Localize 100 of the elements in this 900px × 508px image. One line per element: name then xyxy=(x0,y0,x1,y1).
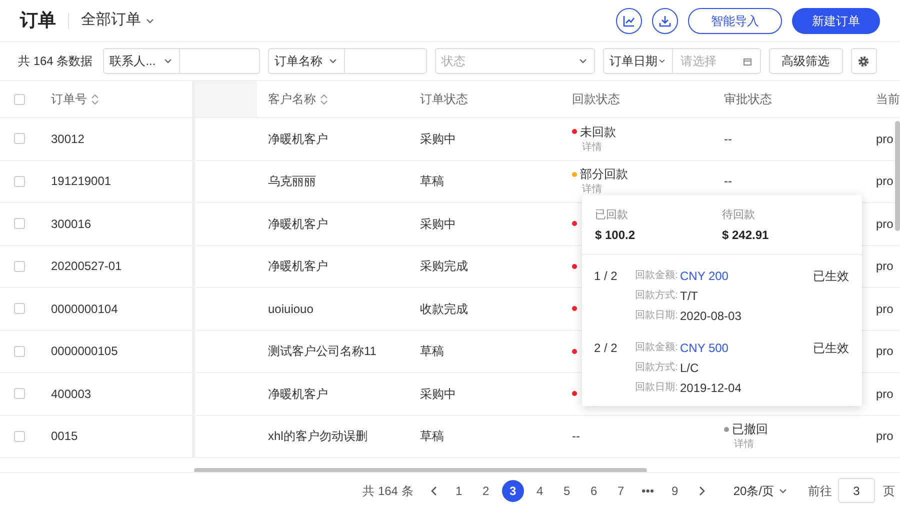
select-all-checkbox[interactable] xyxy=(14,94,25,104)
settings-icon xyxy=(857,54,870,68)
field-value: 2020-08-03 xyxy=(680,308,742,324)
page-button[interactable]: ••• xyxy=(636,480,659,502)
record-status: 已生效 xyxy=(813,268,850,284)
calendar-icon xyxy=(742,56,752,66)
chevron-right-icon xyxy=(698,486,706,496)
line-chart-icon xyxy=(622,14,636,28)
table-cell: 净暖机客户 xyxy=(268,386,328,401)
chevron-down-icon xyxy=(328,56,338,66)
row-checkbox[interactable] xyxy=(14,133,25,144)
table-cell: 净暖机客户 xyxy=(268,216,328,231)
order-name-input[interactable] xyxy=(344,48,427,74)
page-unit: 页 xyxy=(883,482,895,500)
table-cell-text: 0015 xyxy=(51,428,78,446)
settings-button[interactable] xyxy=(850,48,877,74)
summary-amount: $ 242.91 xyxy=(722,226,770,244)
table-cell: 乌克丽丽 xyxy=(268,174,316,188)
field-label: 回款金额: xyxy=(635,340,679,355)
table-cell: 测试客户公司名称11 xyxy=(268,344,376,358)
status-text: -- xyxy=(572,428,580,446)
field-label: 回款金额: xyxy=(635,268,679,283)
table-cell: pro xyxy=(876,429,894,444)
vertical-scrollbar[interactable] xyxy=(895,121,900,231)
table-cell: 采购中 xyxy=(420,216,456,231)
table-cell: 草稿 xyxy=(420,429,444,444)
page-button[interactable]: 2 xyxy=(474,480,497,502)
row-checkbox[interactable] xyxy=(14,388,25,400)
view-dropdown[interactable]: 全部订单 xyxy=(81,9,155,32)
field-label: 回款方式: xyxy=(635,360,679,375)
download-button[interactable] xyxy=(652,8,678,34)
date-type-select[interactable]: 订单日期 xyxy=(602,48,673,74)
new-order-button[interactable]: 新建订单 xyxy=(792,8,880,34)
field-label: 回款日期: xyxy=(635,380,679,395)
table-cell: pro xyxy=(876,302,894,316)
page-button[interactable]: 4 xyxy=(528,480,551,502)
table-cell: 草稿 xyxy=(420,174,444,188)
table-cell-text: 20200527-01 xyxy=(51,258,122,276)
field-value: T/T xyxy=(680,288,698,304)
table-cell: pro xyxy=(876,216,894,231)
field-label: 回款方式: xyxy=(635,288,679,303)
chevron-left-icon xyxy=(430,486,438,496)
table-cell-text: 300016 xyxy=(51,216,92,233)
table-cell: pro xyxy=(876,386,894,401)
contact-input[interactable] xyxy=(180,48,260,74)
status-text: 已撤回 xyxy=(732,421,768,438)
row-checkbox[interactable] xyxy=(14,176,25,187)
field-label: 回款日期: xyxy=(635,308,679,323)
page-input[interactable]: 3 xyxy=(838,478,875,503)
column-header: 当前 xyxy=(876,91,900,108)
table-cell-text: 191219001 xyxy=(51,173,112,190)
column-header: 客户名称 xyxy=(268,91,316,108)
chevron-down-icon xyxy=(578,56,588,66)
field-value: 2019-12-04 xyxy=(680,380,742,396)
table-cell: 采购中 xyxy=(420,132,456,146)
row-checkbox[interactable] xyxy=(14,430,25,442)
table-cell: pro xyxy=(876,344,894,358)
summary-label: 已回款 xyxy=(595,208,629,223)
record-index: 1 / 2 xyxy=(594,268,618,284)
table-cell: uoiuiouo xyxy=(268,302,314,316)
contact-select[interactable]: 联系人... xyxy=(102,48,180,74)
table-cell: xhl的客户勿动误删 xyxy=(268,429,368,444)
table-cell: 净暖机客户 xyxy=(268,259,328,274)
table-cell-text: 400003 xyxy=(51,386,92,403)
goto-label: 前往 xyxy=(808,482,832,500)
chart-button[interactable] xyxy=(616,8,642,34)
row-checkbox[interactable] xyxy=(14,260,25,272)
record-count: 共 164 条数据 xyxy=(18,53,93,70)
page-button[interactable]: 1 xyxy=(448,480,470,502)
total-count: 共 164 条 xyxy=(362,482,414,500)
table-cell: 采购完成 xyxy=(420,259,468,274)
row-checkbox[interactable] xyxy=(14,218,25,230)
page-button[interactable]: 3 xyxy=(502,480,524,502)
table-cell: 净暖机客户 xyxy=(268,132,328,146)
field-value: L/C xyxy=(680,360,699,376)
page-size-select[interactable]: 20条/页 xyxy=(733,482,788,500)
row-checkbox[interactable] xyxy=(14,303,25,314)
column-header: 订单号 xyxy=(51,91,87,108)
record-status: 已生效 xyxy=(813,340,850,356)
column-header: 审批状态 xyxy=(724,91,772,108)
table-cell: pro xyxy=(876,259,894,274)
page-button[interactable]: 5 xyxy=(556,480,578,502)
table-cell-text: 0000000105 xyxy=(51,343,118,360)
row-checkbox[interactable] xyxy=(14,346,25,357)
page-title: 订单 xyxy=(20,9,56,32)
advanced-filter-button[interactable]: 高级筛选 xyxy=(768,48,843,74)
amount-link[interactable]: CNY 500 xyxy=(680,338,728,356)
table-cell: pro xyxy=(876,174,894,188)
page-button[interactable]: 6 xyxy=(582,480,605,502)
status-text: 未回款 xyxy=(580,124,616,141)
import-button[interactable]: 智能导入 xyxy=(688,8,782,34)
page-button[interactable]: 7 xyxy=(610,480,632,502)
page-button[interactable]: 9 xyxy=(664,480,686,502)
amount-link[interactable]: CNY 200 xyxy=(680,266,728,284)
table-cell-text: 0000000104 xyxy=(51,300,118,318)
order-name-select[interactable]: 订单名称 xyxy=(268,48,345,74)
status-text: -- xyxy=(724,173,732,190)
chevron-down-icon xyxy=(162,56,173,66)
column-header: 订单状态 xyxy=(420,91,468,108)
table-cell: 采购中 xyxy=(420,386,456,401)
